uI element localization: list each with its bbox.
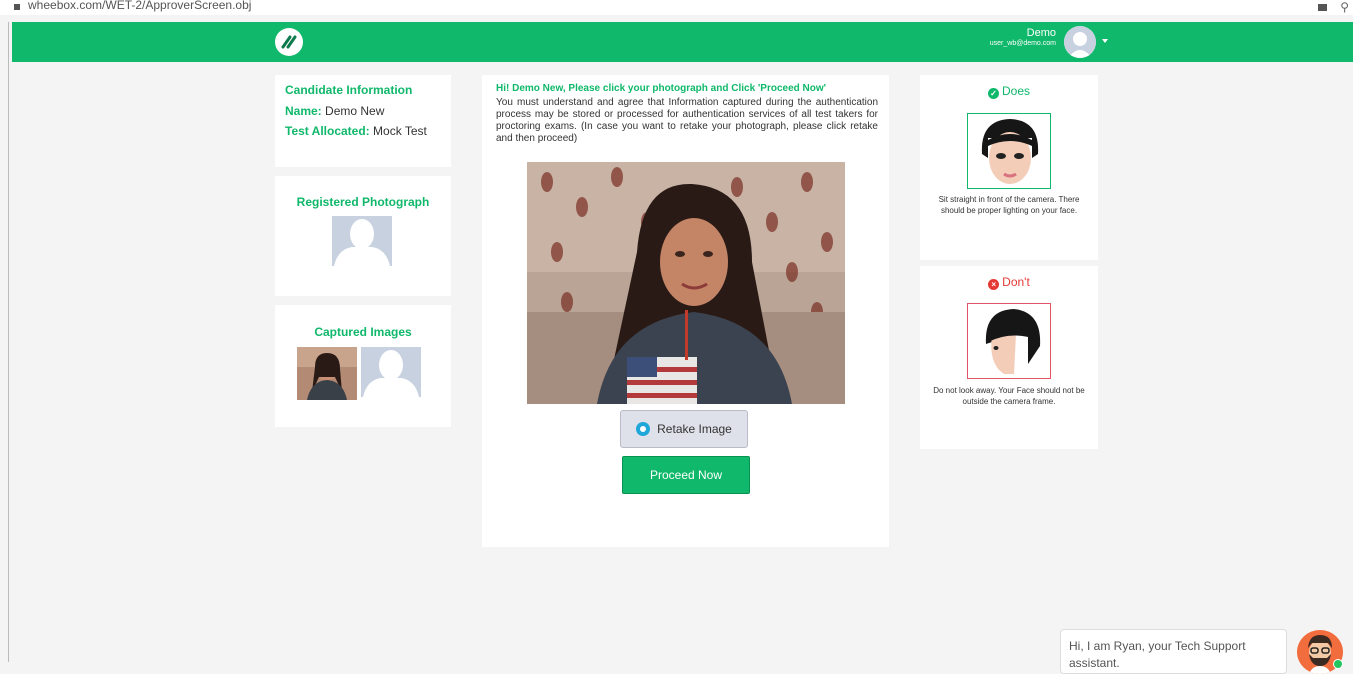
does-text: Sit straight in front of the camera. The… xyxy=(938,195,1080,215)
user-info[interactable]: Demo user_wb@demo.com xyxy=(952,27,1056,47)
camera-indicator-icon[interactable] xyxy=(1318,4,1327,11)
webcam-photo[interactable] xyxy=(527,162,845,404)
test-allocated-value: Mock Test xyxy=(373,124,427,138)
donts-face-illustration xyxy=(967,303,1051,379)
does-heading: ✓ Does xyxy=(920,84,1098,99)
does-card: ✓ Does Sit straight in front of the camer… xyxy=(920,75,1098,260)
candidate-info-card: Candidate Information Name: Demo New Tes… xyxy=(275,75,451,167)
donts-card: × Don't Do not look away. Your Face shoul… xyxy=(920,266,1098,449)
donts-title: Don't xyxy=(1002,275,1030,289)
registered-photo-placeholder xyxy=(332,216,392,266)
retake-image-button[interactable]: Retake Image xyxy=(620,410,748,448)
captured-image-thumbnail[interactable] xyxy=(297,347,357,400)
retake-image-label: Retake Image xyxy=(657,422,732,436)
site-info-icon[interactable] xyxy=(14,4,20,10)
captured-images-title: Captured Images xyxy=(314,325,412,339)
greeting-text: Hi! Demo New, Please click your photogra… xyxy=(496,83,827,94)
zoom-icon[interactable]: ⚲ xyxy=(1340,0,1349,14)
user-avatar[interactable] xyxy=(1064,26,1096,58)
captured-images-card: Captured Images xyxy=(275,305,451,427)
does-face-illustration xyxy=(967,113,1051,189)
webcam-icon xyxy=(636,422,651,436)
registered-photo-title: Registered Photograph xyxy=(296,195,430,209)
online-status-indicator xyxy=(1333,659,1343,669)
chat-message: Hi, I am Ryan, your Tech Support assista… xyxy=(1069,639,1246,670)
top-header: Demo user_wb@demo.com xyxy=(12,22,1353,62)
test-allocated-row: Test Allocated: Mock Test xyxy=(285,124,441,138)
browser-address-bar: wheebox.com/WET-2/ApproverScreen.obj ⚲ xyxy=(0,0,1353,15)
shirt-flag-print xyxy=(627,357,697,404)
name-label: Name: xyxy=(285,104,322,118)
captured-image-placeholder xyxy=(361,347,421,397)
chat-assistant-bubble[interactable]: Hi, I am Ryan, your Tech Support assista… xyxy=(1060,629,1287,674)
left-divider xyxy=(8,22,9,662)
candidate-info-title: Candidate Information xyxy=(285,83,413,97)
donts-heading: × Don't xyxy=(920,275,1098,290)
candidate-name-row: Name: Demo New xyxy=(285,104,441,118)
photo-capture-card: Hi! Demo New, Please click your photogra… xyxy=(482,75,889,547)
test-allocated-label: Test Allocated: xyxy=(285,124,370,138)
check-circle-icon: ✓ xyxy=(987,88,999,99)
user-name: Demo xyxy=(1026,27,1056,39)
proceed-now-button[interactable]: Proceed Now xyxy=(622,456,750,494)
consent-description: You must understand and agree that Infor… xyxy=(496,97,878,144)
registered-photo-card: Registered Photograph xyxy=(275,176,451,296)
name-value: Demo New xyxy=(325,104,385,118)
user-menu-chevron-down-icon[interactable] xyxy=(1102,39,1108,43)
url-text[interactable]: wheebox.com/WET-2/ApproverScreen.obj xyxy=(28,0,251,12)
x-circle-icon: × xyxy=(988,279,1000,290)
donts-text: Do not look away. Your Face should not b… xyxy=(933,386,1085,406)
wheebox-logo-icon[interactable] xyxy=(275,28,303,56)
does-title: Does xyxy=(1001,84,1030,98)
user-email: user_wb@demo.com xyxy=(989,40,1056,47)
proceed-now-label: Proceed Now xyxy=(649,468,723,482)
